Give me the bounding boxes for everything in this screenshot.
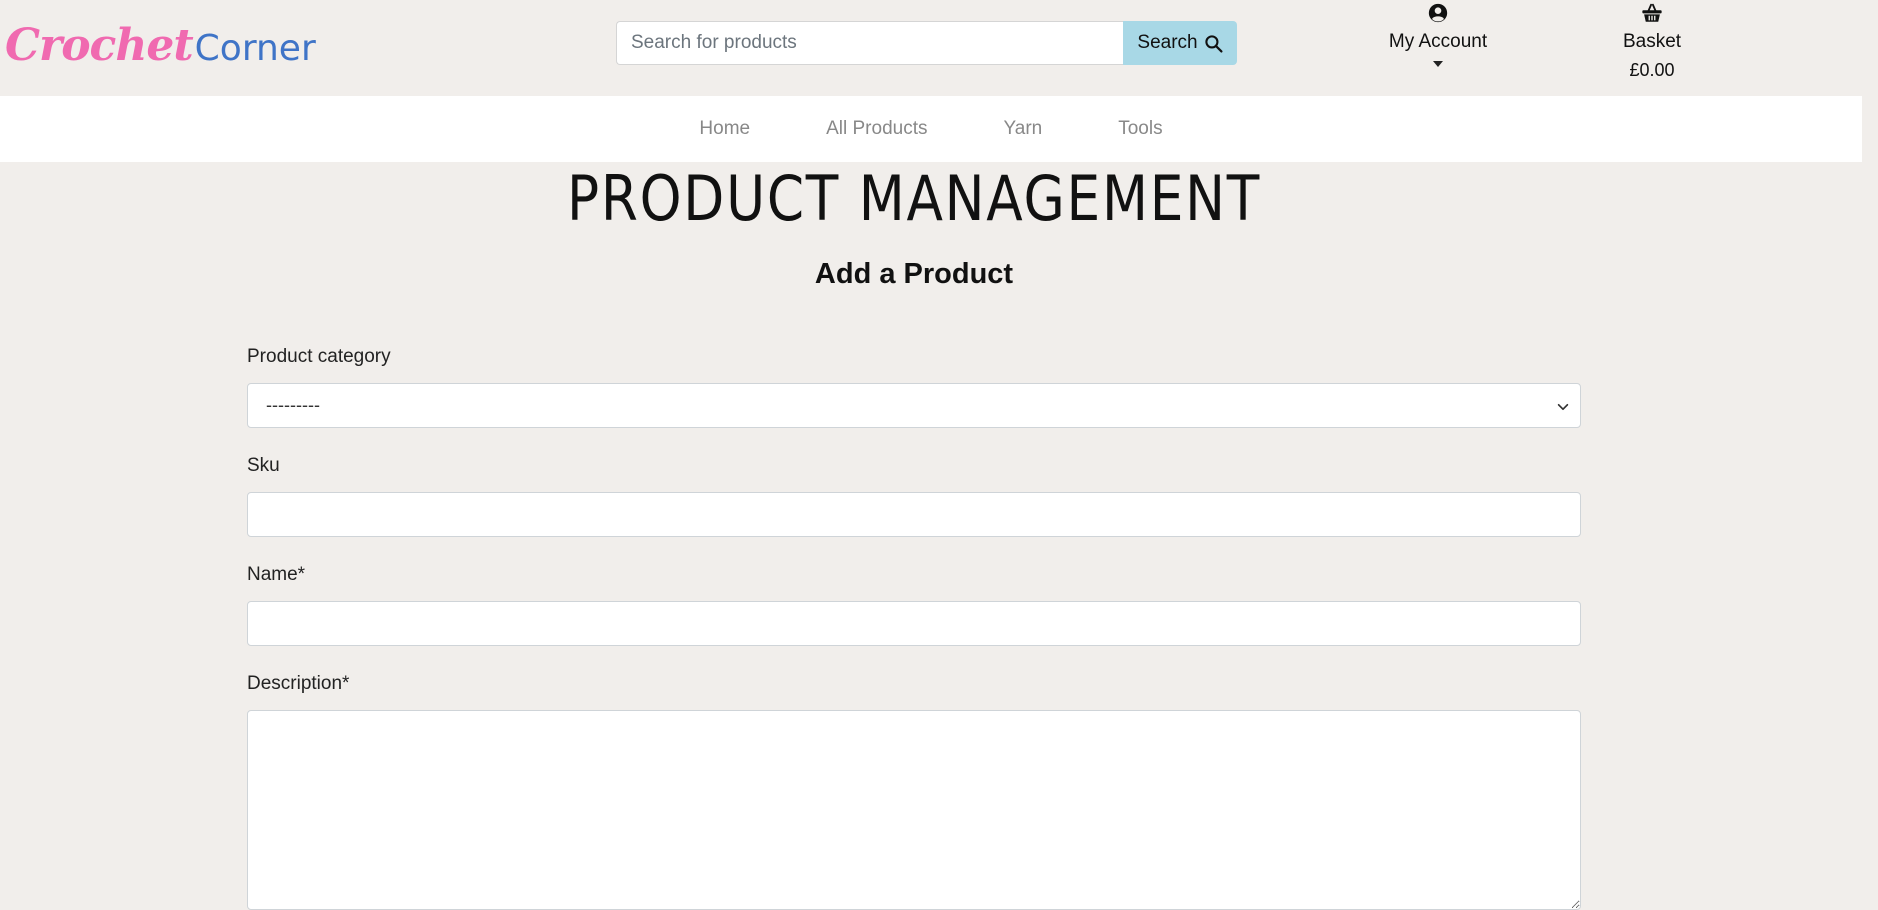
sku-label: Sku <box>247 455 280 476</box>
search-button[interactable]: Search <box>1123 21 1237 65</box>
chevron-down-icon <box>1557 403 1569 411</box>
my-account-menu[interactable]: My Account <box>1378 0 1498 67</box>
search-icon <box>1204 34 1223 53</box>
top-bar: CrochetCorner Search My Account <box>0 0 1878 95</box>
caret-down-icon <box>1433 61 1443 67</box>
category-select[interactable]: --------- <box>247 383 1581 428</box>
nav-item-yarn[interactable]: Yarn <box>1003 118 1042 140</box>
page-subtitle: Add a Product <box>814 258 1014 290</box>
search-form: Search <box>616 21 1237 65</box>
basket-label: Basket <box>1622 31 1682 52</box>
nav-item-home[interactable]: Home <box>699 118 750 140</box>
nav-item-tools[interactable]: Tools <box>1118 118 1162 140</box>
logo-text-crochet: Crochet <box>5 20 194 71</box>
category-selected-value: --------- <box>266 395 320 415</box>
user-circle-icon <box>1428 3 1448 23</box>
logo-text-corner: Corner <box>194 28 316 69</box>
name-label: Name* <box>247 564 306 585</box>
basket-total: £0.00 <box>1629 60 1675 80</box>
search-input[interactable] <box>616 21 1123 65</box>
main-navigation: Home All Products Yarn Tools <box>0 96 1862 162</box>
name-input[interactable] <box>247 601 1581 646</box>
nav-item-all-products[interactable]: All Products <box>826 118 927 140</box>
basket-link[interactable]: Basket £0.00 <box>1600 0 1704 81</box>
basket-icon <box>1642 3 1662 22</box>
my-account-label: My Account <box>1388 31 1488 52</box>
search-button-label: Search <box>1137 32 1198 53</box>
add-product-form: Product category --------- Sku Name* Des… <box>247 345 1581 910</box>
sku-input[interactable] <box>247 492 1581 537</box>
category-label: Product category <box>247 346 391 367</box>
page-title: PRODUCT MANAGEMENT <box>566 162 1262 235</box>
description-label: Description* <box>247 673 350 694</box>
description-textarea[interactable] <box>247 710 1581 910</box>
site-logo[interactable]: CrochetCorner <box>5 20 316 71</box>
